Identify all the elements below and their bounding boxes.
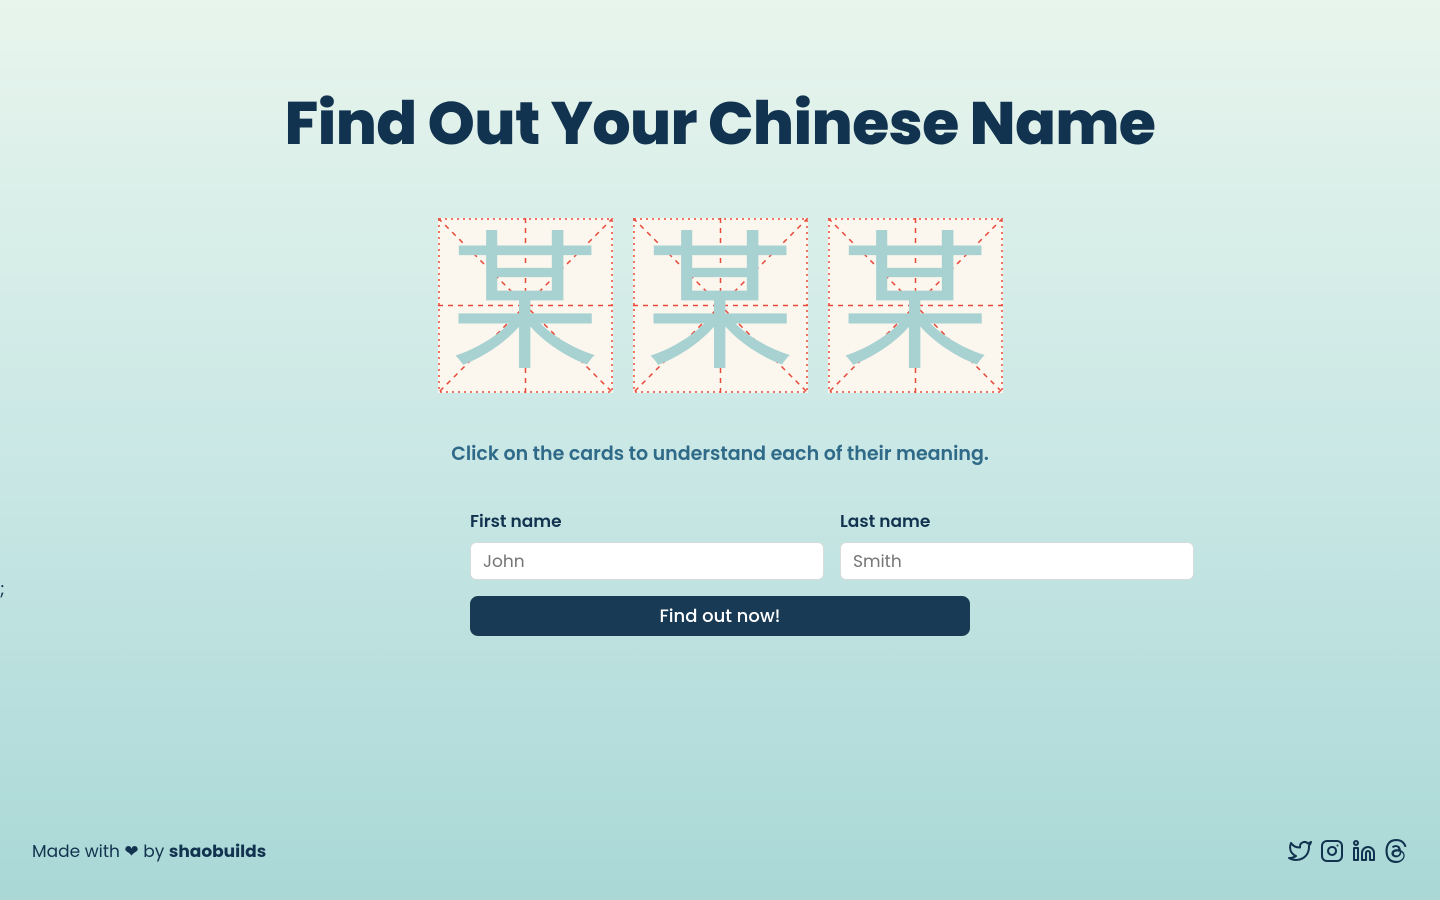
credit-text: Made with ❤ by shaobuilds	[32, 838, 266, 864]
character-glyph: 某	[633, 218, 808, 393]
credit-author: shaobuilds	[169, 839, 266, 863]
twitter-link[interactable]	[1288, 839, 1312, 863]
stray-text: ;	[0, 576, 5, 603]
character-card-3[interactable]: 某	[828, 218, 1003, 393]
character-cards-row: 某 某 某	[438, 218, 1003, 393]
name-form: First name Last name Find out now!	[470, 508, 970, 636]
linkedin-link[interactable]	[1352, 839, 1376, 863]
character-glyph: 某	[438, 218, 613, 393]
instagram-link[interactable]	[1320, 839, 1344, 863]
cards-hint: Click on the cards to understand each of…	[451, 439, 989, 468]
character-glyph: 某	[828, 218, 1003, 393]
last-name-field-wrapper: Last name	[840, 508, 1194, 580]
threads-icon	[1384, 839, 1408, 863]
social-links	[1288, 839, 1408, 863]
threads-link[interactable]	[1384, 839, 1408, 863]
last-name-input[interactable]	[840, 542, 1194, 580]
footer: Made with ❤ by shaobuilds	[0, 838, 1440, 864]
page-container: Find Out Your Chinese Name 某 某	[0, 0, 1440, 636]
character-card-1[interactable]: 某	[438, 218, 613, 393]
twitter-icon	[1288, 839, 1312, 863]
character-card-2[interactable]: 某	[633, 218, 808, 393]
first-name-field-wrapper: First name	[470, 508, 824, 580]
credit-prefix: Made with ❤ by	[32, 839, 169, 863]
form-row: First name Last name	[470, 508, 970, 580]
last-name-label: Last name	[840, 508, 1194, 534]
first-name-label: First name	[470, 508, 824, 534]
page-title: Find Out Your Chinese Name	[285, 78, 1156, 168]
first-name-input[interactable]	[470, 542, 824, 580]
instagram-icon	[1320, 839, 1344, 863]
submit-button[interactable]: Find out now!	[470, 596, 970, 636]
linkedin-icon	[1352, 839, 1376, 863]
